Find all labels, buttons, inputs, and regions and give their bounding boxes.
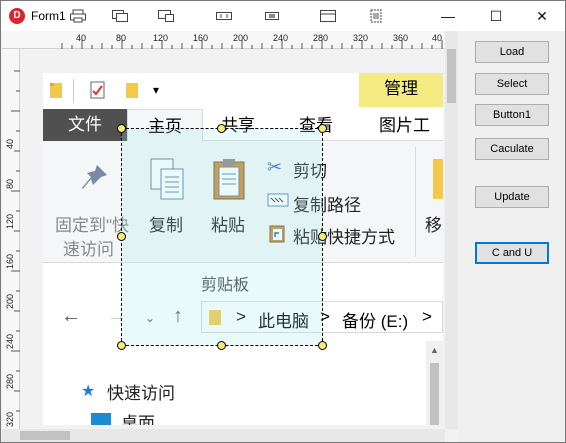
monitor-icon[interactable]	[157, 9, 175, 23]
maximize-button[interactable]: ☐	[473, 1, 519, 31]
copy-window-icon[interactable]	[111, 9, 129, 23]
resize-icon[interactable]	[215, 9, 233, 23]
back-arrow-icon: ←	[61, 305, 81, 327]
new-folder-icon	[126, 83, 138, 98]
resize-handle-bottom[interactable]	[217, 341, 226, 350]
ruler-label: 280	[5, 373, 15, 389]
ruler-label: 280	[313, 33, 329, 43]
scroll-up-icon: ▲	[430, 345, 439, 355]
resize-handle-left[interactable]	[117, 232, 126, 241]
resize-handle-right[interactable]	[318, 232, 327, 241]
grid-icon[interactable]	[367, 9, 385, 23]
select-button[interactable]: Select	[475, 73, 549, 95]
resize-handle-bottom-right[interactable]	[318, 341, 327, 350]
minimize-button[interactable]: —	[425, 1, 471, 31]
ruler-label: 120	[153, 33, 169, 43]
resize-handle-top[interactable]	[217, 124, 226, 133]
ruler-label: 80	[116, 33, 127, 43]
desktop-label: 桌面	[121, 414, 155, 425]
breadcrumb-drive: 备份 (E:)	[342, 312, 409, 331]
caculate-button[interactable]: Caculate	[475, 138, 549, 160]
c-and-u-button[interactable]: C and U	[475, 242, 549, 264]
resize-handle-top-left[interactable]	[117, 124, 126, 133]
ruler-ticks	[11, 70, 20, 412]
window-title: Form1	[31, 9, 66, 23]
close-button[interactable]: ✕	[519, 1, 565, 31]
tab-picture-tools: 图片工具	[379, 116, 430, 168]
quick-access-label: 快速访问	[107, 384, 175, 403]
move-label: 移	[425, 216, 442, 235]
pin-icon	[82, 165, 107, 189]
dropdown-arrow-icon: ▾	[153, 83, 160, 97]
ruler-label: 160	[193, 33, 209, 43]
nav-pane-scrollbar: ▲	[426, 341, 443, 425]
breadcrumb-separator: >	[422, 307, 432, 326]
tab-file: 文件	[43, 109, 127, 141]
ruler-label: 120	[5, 213, 15, 229]
update-button[interactable]: Update	[475, 186, 549, 208]
button1[interactable]: Button1	[475, 104, 549, 126]
ruler-label: 320	[5, 411, 15, 427]
manage-tab: 管理	[359, 73, 443, 107]
ruler-label: 40	[76, 33, 87, 43]
ruler-label: 240	[273, 33, 289, 43]
ruler-label: 40	[5, 138, 15, 149]
resize-handle-top-right[interactable]	[318, 124, 327, 133]
ruler-label: 40	[432, 33, 443, 43]
canvas-horizontal-scrollbar[interactable]	[2, 429, 445, 442]
scrollbar-thumb[interactable]	[447, 49, 456, 103]
resize-handle-bottom-left[interactable]	[117, 341, 126, 350]
quick-access-toolbar: ▾ 管理	[43, 73, 443, 109]
ruler-label: 200	[233, 33, 249, 43]
navigation-pane: ★ 快速访问 桌面 ▲	[43, 341, 443, 425]
load-button[interactable]: Load	[475, 41, 549, 63]
ruler-label: 80	[5, 178, 15, 189]
desktop-icon	[91, 413, 111, 425]
properties-check-icon	[90, 81, 105, 99]
ruler-ticks	[61, 40, 443, 49]
film-icon[interactable]	[263, 9, 281, 23]
ruler-label: 320	[353, 33, 369, 43]
ruler-label: 360	[393, 33, 409, 43]
scrollbar-thumb	[430, 363, 439, 425]
star-icon: ★	[81, 383, 96, 400]
printer-icon[interactable]	[69, 9, 87, 23]
layout-icon[interactable]	[319, 9, 337, 23]
scrollbar-thumb[interactable]	[20, 431, 70, 440]
pin-quick-access-label-2: 速访问	[63, 240, 114, 259]
title-bar[interactable]: D Form1 — ☐ ✕	[1, 1, 565, 31]
horizontal-ruler: 40 80 120 160 200 240 280 320 360 40	[2, 31, 446, 49]
vertical-ruler: 40 80 120 160 200 240 280 320	[2, 49, 20, 429]
folder-icon	[50, 83, 62, 98]
ruler-label: 240	[5, 333, 15, 349]
ruler-label: 160	[5, 253, 15, 269]
selection-rectangle[interactable]	[121, 128, 323, 346]
app-icon: D	[9, 8, 25, 24]
move-icon	[433, 159, 443, 199]
canvas-vertical-scrollbar[interactable]	[445, 31, 458, 429]
form-window: D Form1 — ☐ ✕ 40 80 120 160 200 240 280 …	[0, 0, 566, 443]
ruler-label: 200	[5, 293, 15, 309]
